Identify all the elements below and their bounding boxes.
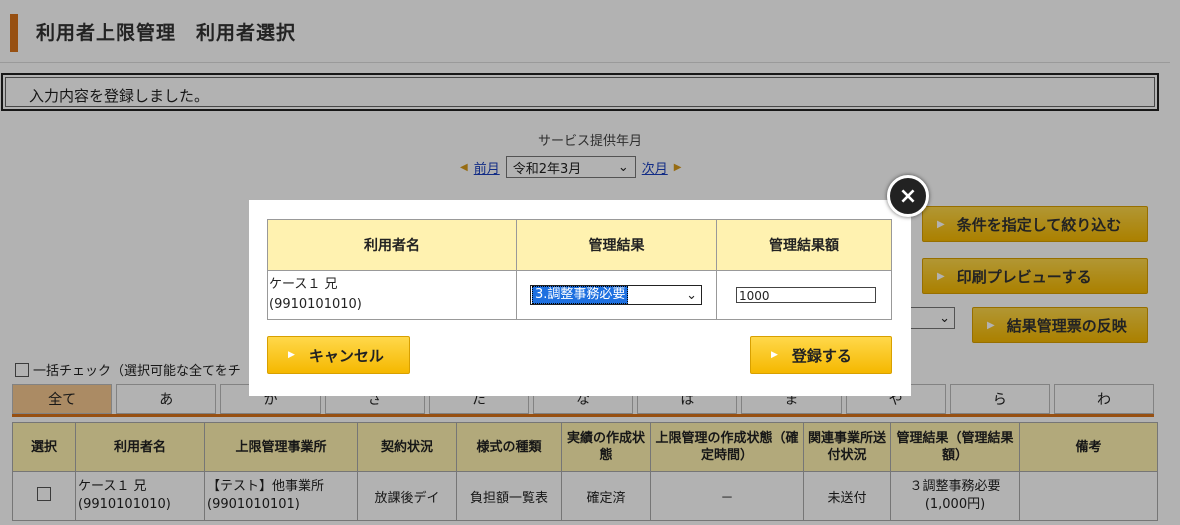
modal-col-result: 管理結果: [516, 219, 717, 271]
arrow-right-icon: ▶: [771, 350, 778, 360]
close-icon[interactable]: ×: [887, 175, 929, 217]
modal-name-cell: ケース１ 兄 (9910101010): [267, 270, 517, 320]
arrow-right-icon: ▶: [288, 350, 295, 360]
edit-result-modal: 利用者名 管理結果 管理結果額 ケース１ 兄 (9910101010) 3.調整…: [249, 200, 911, 396]
modal-header-row: 利用者名 管理結果 管理結果額: [267, 219, 892, 271]
modal-amount-cell: 1000: [716, 270, 892, 320]
register-button[interactable]: ▶ 登録する: [750, 336, 892, 374]
register-button-label: 登録する: [791, 346, 852, 365]
modal-table: 利用者名 管理結果 管理結果額 ケース１ 兄 (9910101010) 3.調整…: [267, 219, 892, 320]
modal-result-cell: 3.調整事務必要 ⌄: [516, 270, 717, 320]
modal-col-name: 利用者名: [267, 219, 517, 271]
chevron-down-icon: ⌄: [686, 287, 697, 303]
cancel-button[interactable]: ▶ キャンセル: [267, 336, 410, 374]
result-select[interactable]: 3.調整事務必要 ⌄: [530, 285, 702, 305]
modal-name: ケース１ 兄: [269, 277, 338, 292]
cancel-button-label: キャンセル: [308, 346, 384, 365]
result-selected-value: 3.調整事務必要: [532, 286, 629, 304]
modal-row: ケース１ 兄 (9910101010) 3.調整事務必要 ⌄ 1000: [267, 270, 892, 320]
amount-input[interactable]: 1000: [736, 287, 876, 303]
modal-col-amount: 管理結果額: [716, 219, 892, 271]
modal-name-id: (9910101010): [269, 297, 362, 312]
